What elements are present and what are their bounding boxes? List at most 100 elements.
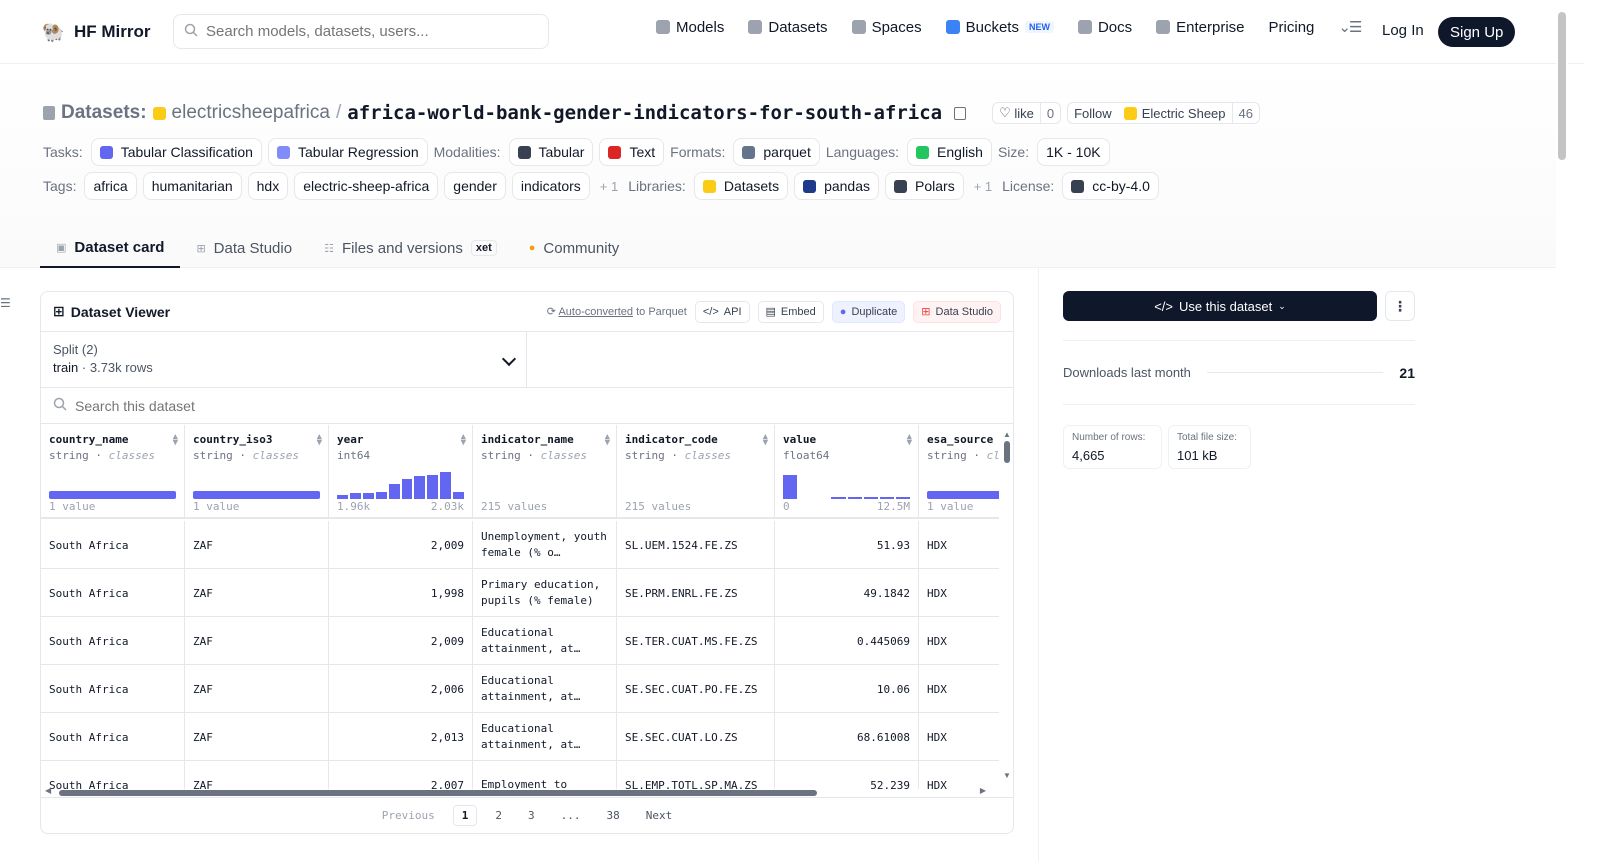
table-row[interactable]: South Africa ZAF 2,009 Educational attainme… xyxy=(41,617,999,665)
tag-hdx[interactable]: hdx xyxy=(247,172,289,200)
meta-label: Languages: xyxy=(825,144,900,160)
column-header-esa-source[interactable]: esa_source string · cl 1 value xyxy=(919,425,999,519)
login-link[interactable]: Log In xyxy=(1382,22,1424,39)
more-menu-icon[interactable]: ⌄☰ xyxy=(1338,18,1362,36)
table-row[interactable]: South Africa ZAF 2,009 Unemployment, youth … xyxy=(41,521,999,569)
scroll-down-icon[interactable]: ▼ xyxy=(1002,771,1012,780)
api-button[interactable]: </> API xyxy=(694,300,750,323)
tag-humanitarian[interactable]: humanitarian xyxy=(142,172,242,200)
page-button[interactable]: 3 xyxy=(520,806,543,825)
nav-docs[interactable]: Docs xyxy=(1077,19,1132,36)
duplicate-button[interactable]: ● Duplicate xyxy=(831,300,906,323)
cube-icon xyxy=(656,20,670,34)
table-cell: Primary education, pupils (% female) xyxy=(473,569,617,617)
license-tag[interactable]: cc-by-4.0 xyxy=(1062,172,1159,200)
nav-spaces[interactable]: Spaces xyxy=(851,19,922,36)
data-studio-label: Data Studio xyxy=(935,305,993,318)
library-datasets[interactable]: Datasets xyxy=(693,172,789,200)
viewer-header: ⊞ Dataset Viewer ⟳ Auto-converted to Par… xyxy=(41,292,1013,332)
embed-button[interactable]: ▤ Embed xyxy=(757,300,824,323)
column-type: float64 xyxy=(783,449,910,462)
global-search-input[interactable] xyxy=(206,23,526,40)
data-studio-button[interactable]: ⊞ Data Studio xyxy=(913,300,1001,323)
tag-africa-label: africa xyxy=(93,178,128,194)
histogram-bar xyxy=(375,492,387,499)
dataset-search-input[interactable] xyxy=(75,397,475,414)
global-search[interactable] xyxy=(173,14,549,49)
page-scroll-thumb[interactable] xyxy=(1558,12,1566,160)
hscroll-thumb[interactable] xyxy=(59,790,817,796)
task-tabular-classification[interactable]: Tabular Classification xyxy=(90,138,262,166)
language-english[interactable]: English xyxy=(907,138,992,166)
sort-icon[interactable]: ▲ ▼ xyxy=(763,433,768,448)
task-tabular-regression[interactable]: Tabular Regression xyxy=(267,138,428,166)
sort-icon[interactable]: ▲ ▼ xyxy=(173,433,178,448)
page-scrollbar[interactable] xyxy=(1556,0,1568,861)
table-cell: 68.61008 xyxy=(775,713,919,761)
signup-button[interactable]: Sign Up xyxy=(1438,17,1516,47)
modality-tabular[interactable]: Tabular xyxy=(508,138,594,166)
table-row[interactable]: South Africa ZAF 1,998 Primary education, p… xyxy=(41,569,999,617)
column-header-country-iso3[interactable]: country_iso3 string · classes ▲ ▼ 1 value xyxy=(185,425,329,519)
scroll-right-icon[interactable]: ▶ xyxy=(980,786,986,795)
column-subtype: classes xyxy=(684,449,731,462)
nav-pricing[interactable]: Pricing xyxy=(1269,19,1315,36)
scroll-up-icon[interactable]: ▲ xyxy=(1002,430,1012,439)
table-row[interactable]: South Africa ZAF 2,013 Educational attainme… xyxy=(41,713,999,761)
page-button[interactable]: 38 xyxy=(598,806,627,825)
bank-icon xyxy=(1071,179,1085,193)
nav-datasets[interactable]: Datasets xyxy=(748,19,828,36)
more-options-button[interactable]: ⋮ xyxy=(1385,291,1415,321)
previous-page-button[interactable]: Previous xyxy=(374,806,443,825)
next-page-button[interactable]: Next xyxy=(638,806,681,825)
page-button[interactable]: 2 xyxy=(487,806,510,825)
repo-name[interactable]: africa-world-bank-gender-indicators-for-… xyxy=(347,102,942,124)
page-button[interactable]: 1 xyxy=(452,805,478,826)
sort-icon[interactable]: ▲ ▼ xyxy=(907,433,912,448)
more-tags-link[interactable]: + 1 xyxy=(600,179,618,194)
size-tag[interactable]: 1K - 10K xyxy=(1037,138,1110,166)
column-header-indicator-name[interactable]: indicator_name string · classes ▲ ▼ 215 valu… xyxy=(473,425,617,519)
library-polars[interactable]: Polars xyxy=(885,172,964,200)
scroll-left-icon[interactable]: ◀ xyxy=(45,786,51,795)
sort-icon[interactable]: ▲ ▼ xyxy=(461,433,466,448)
use-dataset-button[interactable]: </> Use this dataset ⌄ xyxy=(1063,291,1377,321)
library-pandas-label: pandas xyxy=(824,178,871,194)
column-header-indicator-code[interactable]: indicator_code string · classes ▲ ▼ 215 valu… xyxy=(617,425,775,519)
tag-indicators[interactable]: indicators xyxy=(511,172,590,200)
tab-dataset-card[interactable]: ▣ Dataset card xyxy=(40,228,181,268)
nav-models[interactable]: Models xyxy=(656,19,724,36)
table-vertical-scrollbar[interactable]: ▲ ▼ xyxy=(1002,430,1012,780)
more-tags-link[interactable]: + 1 xyxy=(974,179,992,194)
dataset-search[interactable] xyxy=(41,388,1013,424)
sidebar-toggle-icon[interactable]: ☰ xyxy=(0,296,11,310)
org-link[interactable]: electricsheepafrica xyxy=(172,102,330,124)
sort-icon[interactable]: ▲ ▼ xyxy=(317,433,322,448)
library-pandas[interactable]: pandas xyxy=(794,172,880,200)
auto-converted-link[interactable]: Auto-converted xyxy=(558,306,633,318)
tab-community[interactable]: ● Community xyxy=(513,228,636,268)
copy-icon[interactable] xyxy=(954,106,967,120)
column-header-year[interactable]: year int64 ▲ ▼ 1.96k 2.03k xyxy=(329,425,473,519)
table-row[interactable]: South Africa ZAF 2,007 Employment to SL.EMP.… xyxy=(41,761,999,789)
table-row[interactable]: South Africa ZAF 2,006 Educational attainme… xyxy=(41,665,999,713)
brand-logo[interactable]: 🐏 HF Mirror xyxy=(42,20,151,44)
tag-africa[interactable]: africa xyxy=(84,172,137,200)
like-button[interactable]: ♡ like 0 xyxy=(992,102,1062,124)
column-header-value[interactable]: value float64 ▲ ▼ 0 12.5M xyxy=(775,425,919,519)
tab-data-studio[interactable]: ⊞ Data Studio xyxy=(180,228,308,268)
sort-icon[interactable]: ▲ ▼ xyxy=(605,433,610,448)
follow-button[interactable]: Follow Electric Sheep 46 xyxy=(1067,102,1260,124)
tab-files-and-versions[interactable]: ☷ Files and versions xet xyxy=(308,228,513,268)
split-dropdown[interactable]: Split (2) train · 3.73k rows xyxy=(41,332,527,388)
org-avatar-icon xyxy=(152,106,166,120)
scroll-thumb[interactable] xyxy=(1004,441,1010,463)
table-cell: 2,009 xyxy=(329,521,473,569)
column-header-country-name[interactable]: country_name string · classes ▲ ▼ 1 value xyxy=(41,425,185,519)
tag-electric-sheep-africa[interactable]: electric-sheep-africa xyxy=(294,172,439,200)
tag-gender[interactable]: gender xyxy=(444,172,506,200)
nav-buckets[interactable]: Buckets NEW xyxy=(945,19,1054,36)
format-parquet[interactable]: parquet xyxy=(733,138,820,166)
nav-enterprise[interactable]: Enterprise xyxy=(1156,19,1245,36)
modality-text[interactable]: Text xyxy=(599,138,665,166)
